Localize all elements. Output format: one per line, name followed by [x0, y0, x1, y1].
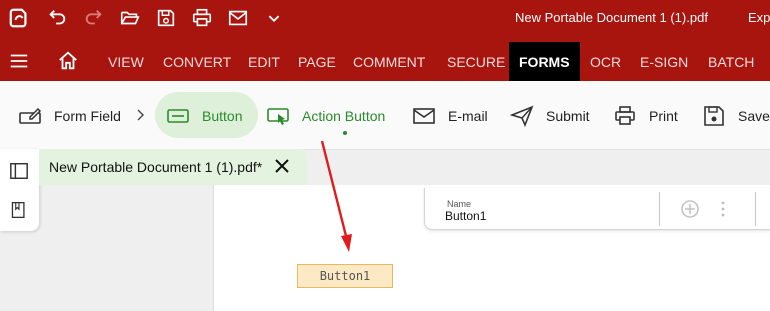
panel-toggle-icon[interactable]	[8, 160, 30, 182]
submenu-indicator-dot	[343, 131, 347, 135]
email-icon[interactable]	[226, 6, 250, 30]
form-field-label: Form Field	[54, 108, 121, 124]
name-value[interactable]: Button1	[445, 209, 486, 223]
save-icon	[704, 106, 724, 126]
print-icon	[615, 106, 635, 125]
email-tool[interactable]: E-mail	[412, 105, 488, 127]
undo-icon[interactable]	[45, 6, 69, 30]
submit-tool[interactable]: Submit	[510, 105, 590, 127]
button-tool-label: Button	[202, 108, 243, 124]
forms-ribbon: Form Field Button Action Button E-mail S…	[0, 81, 770, 150]
divider	[755, 192, 756, 226]
field-properties-bar: Name Button1	[424, 188, 770, 230]
home-icon[interactable]	[56, 49, 80, 73]
name-label: Name	[447, 199, 472, 209]
left-sidebar	[0, 149, 39, 231]
close-icon[interactable]	[273, 157, 291, 175]
tab-secure[interactable]: SECURE	[447, 37, 505, 81]
divider	[659, 192, 660, 226]
button-field-icon	[167, 109, 189, 123]
redo-icon[interactable]	[82, 6, 106, 30]
email-icon	[413, 108, 435, 124]
save-icon[interactable]	[154, 6, 178, 30]
document-tab[interactable]: New Portable Document 1 (1).pdf*	[39, 149, 307, 185]
open-folder-icon[interactable]	[118, 6, 142, 30]
window-title-trailing: Exp	[748, 10, 770, 25]
tab-edit[interactable]: EDIT	[248, 37, 280, 81]
tab-convert[interactable]: CONVERT	[163, 37, 231, 81]
more-options-icon[interactable]	[717, 198, 729, 220]
save-label: Save	[738, 108, 770, 124]
print-tool[interactable]: Print	[613, 105, 678, 127]
title-bar: New Portable Document 1 (1).pdf Exp	[0, 0, 770, 37]
tab-page[interactable]: PAGE	[298, 37, 336, 81]
email-label: E-mail	[448, 108, 488, 124]
hamburger-menu-icon[interactable]	[7, 49, 31, 73]
tab-comment[interactable]: COMMENT	[353, 37, 425, 81]
submit-label: Submit	[546, 108, 590, 124]
form-field-icon	[19, 107, 42, 124]
tab-ocr[interactable]: OCR	[590, 37, 621, 81]
action-button-icon	[267, 108, 289, 125]
form-button-field[interactable]: Button1	[297, 264, 393, 288]
app-logo-icon[interactable]	[7, 6, 31, 30]
chevron-right-icon	[136, 107, 146, 123]
document-tab-label: New Portable Document 1 (1).pdf*	[49, 159, 263, 175]
window-title: New Portable Document 1 (1).pdf	[515, 10, 708, 25]
form-field-dropdown[interactable]: Form Field	[18, 105, 121, 127]
add-circle-icon[interactable]	[678, 198, 702, 220]
button-tool[interactable]: Button	[166, 105, 242, 127]
print-icon[interactable]	[190, 6, 214, 30]
chevron-down-icon[interactable]	[262, 6, 286, 30]
send-icon	[510, 105, 534, 127]
tab-e-sign[interactable]: E-SIGN	[640, 37, 688, 81]
bookmark-icon[interactable]	[8, 199, 30, 221]
tab-view[interactable]: VIEW	[108, 37, 144, 81]
print-label: Print	[649, 108, 678, 124]
tab-forms[interactable]: FORMS	[509, 42, 580, 81]
save-tool[interactable]: Save	[702, 105, 770, 127]
action-button-label: Action Button	[302, 108, 386, 124]
action-button-tool[interactable]: Action Button	[266, 105, 385, 127]
tab-batch[interactable]: BATCH	[708, 37, 754, 81]
menu-bar: VIEW CONVERT EDIT PAGE COMMENT SECURE FO…	[0, 37, 770, 81]
